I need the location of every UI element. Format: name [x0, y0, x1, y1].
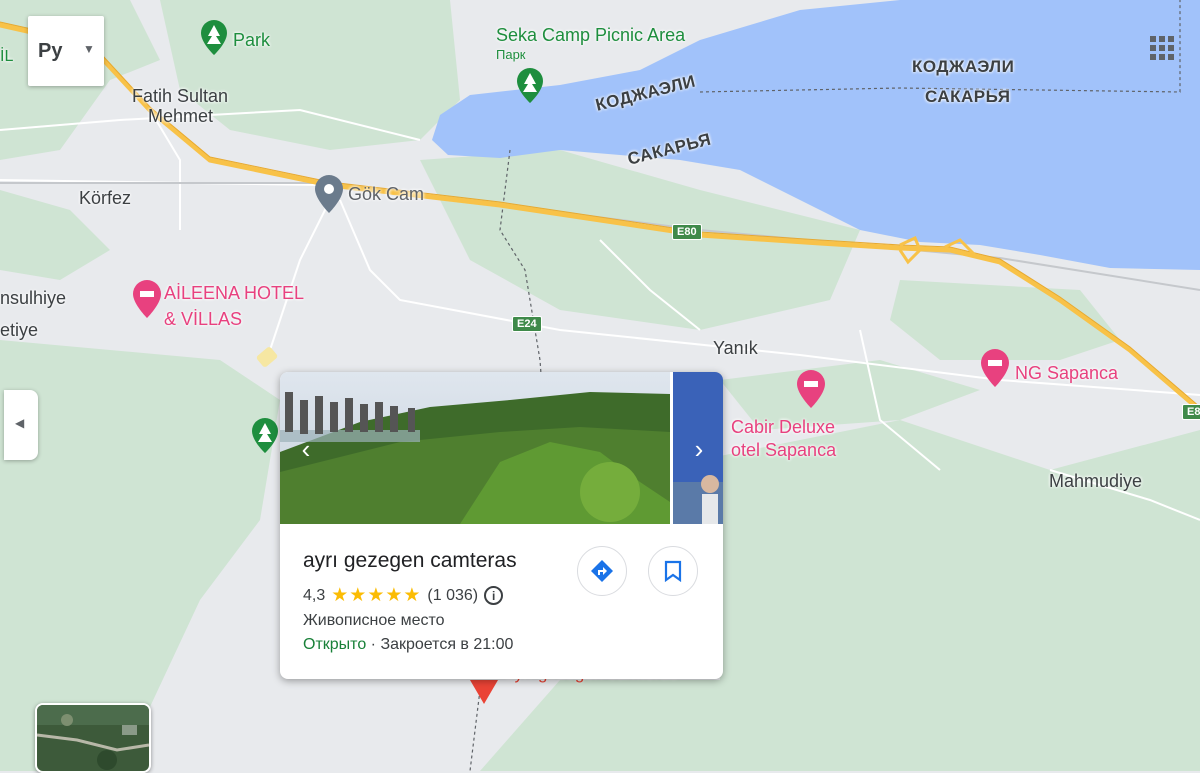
region-sakarya-label: САКАРЬЯ [925, 87, 1011, 106]
opening-hours: Открыто · Закроется в 21:00 [303, 636, 513, 654]
directions-icon [591, 560, 613, 582]
closing-time: · Закроется в 21:00 [366, 636, 514, 653]
rating-stars: ★★★★★ [331, 585, 422, 606]
layers-toggle-button[interactable] [35, 703, 151, 773]
town-mahmudiye: Mahmudiye [1049, 471, 1143, 491]
info-icon[interactable]: i [484, 586, 504, 605]
save-button[interactable] [648, 546, 698, 596]
cabir-deluxe-label-2[interactable]: otel Sapanca [731, 439, 836, 461]
chevron-right-icon: › [694, 433, 704, 464]
photo-carousel[interactable]: ‹ › [280, 372, 723, 524]
place-card[interactable]: ‹ › ayrı gezegen camteras 4,3 ★★★★★ (1 0… [280, 372, 723, 679]
place-category: Живописное место [303, 612, 445, 629]
collapse-panel-button[interactable]: ◀ [4, 390, 38, 460]
directions-button[interactable] [577, 546, 627, 596]
aileena-hotel-label-1[interactable]: AİLEENA HOTEL [164, 282, 304, 304]
town-fatih-sultan: Fatih Sultan [132, 86, 229, 106]
seka-camp-type: Парк [496, 47, 526, 62]
town-nsulhiye: nsulhiye [0, 288, 67, 308]
prev-photo-button[interactable]: ‹ [291, 434, 321, 464]
town-yanik: Yanık [713, 338, 758, 358]
road-shield-e24: E24 [512, 316, 542, 332]
apps-grid-icon[interactable] [1150, 36, 1174, 60]
place-photo [280, 372, 723, 524]
town-mehmet: Mehmet [148, 106, 214, 126]
seka-camp-label[interactable]: Seka Camp Picnic Area [496, 25, 685, 46]
place-title[interactable]: ayrı gezegen camteras [303, 549, 517, 573]
bookmark-icon [664, 560, 682, 582]
edge-label: İL [0, 48, 14, 65]
cabir-deluxe-label-1[interactable]: Cabir Deluxe [731, 416, 835, 438]
town-korfez: Körfez [79, 188, 132, 208]
language-label: Ру [38, 40, 63, 62]
open-status: Открыто [303, 636, 367, 653]
aileena-hotel-label-2[interactable]: & VİLLAS [164, 308, 242, 330]
caret-down-icon[interactable]: ▼ [83, 42, 95, 56]
next-photo-button[interactable]: › [684, 434, 714, 464]
satellite-thumbnail [37, 705, 149, 771]
chevron-left-icon: ‹ [301, 433, 311, 464]
chevron-left-icon: ◀ [15, 416, 25, 430]
rating-value: 4,3 [303, 586, 326, 604]
road-shield-e80: E80 [672, 224, 702, 240]
park-label[interactable]: Park [233, 30, 270, 51]
region-kocaeli-label: КОДЖАЭЛИ [912, 57, 1015, 76]
town-etiye: etiye [0, 320, 39, 340]
gok-cam-label[interactable]: Gök Cam [348, 184, 424, 205]
language-switcher[interactable]: Ру ▼ [28, 16, 104, 86]
road-shield-e8: E8 [1182, 404, 1200, 420]
ng-sapanca-label[interactable]: NG Sapanca [1015, 362, 1118, 384]
review-count[interactable]: (1 036) [427, 587, 478, 605]
rating-row: 4,3 ★★★★★ (1 036) i [303, 584, 504, 607]
